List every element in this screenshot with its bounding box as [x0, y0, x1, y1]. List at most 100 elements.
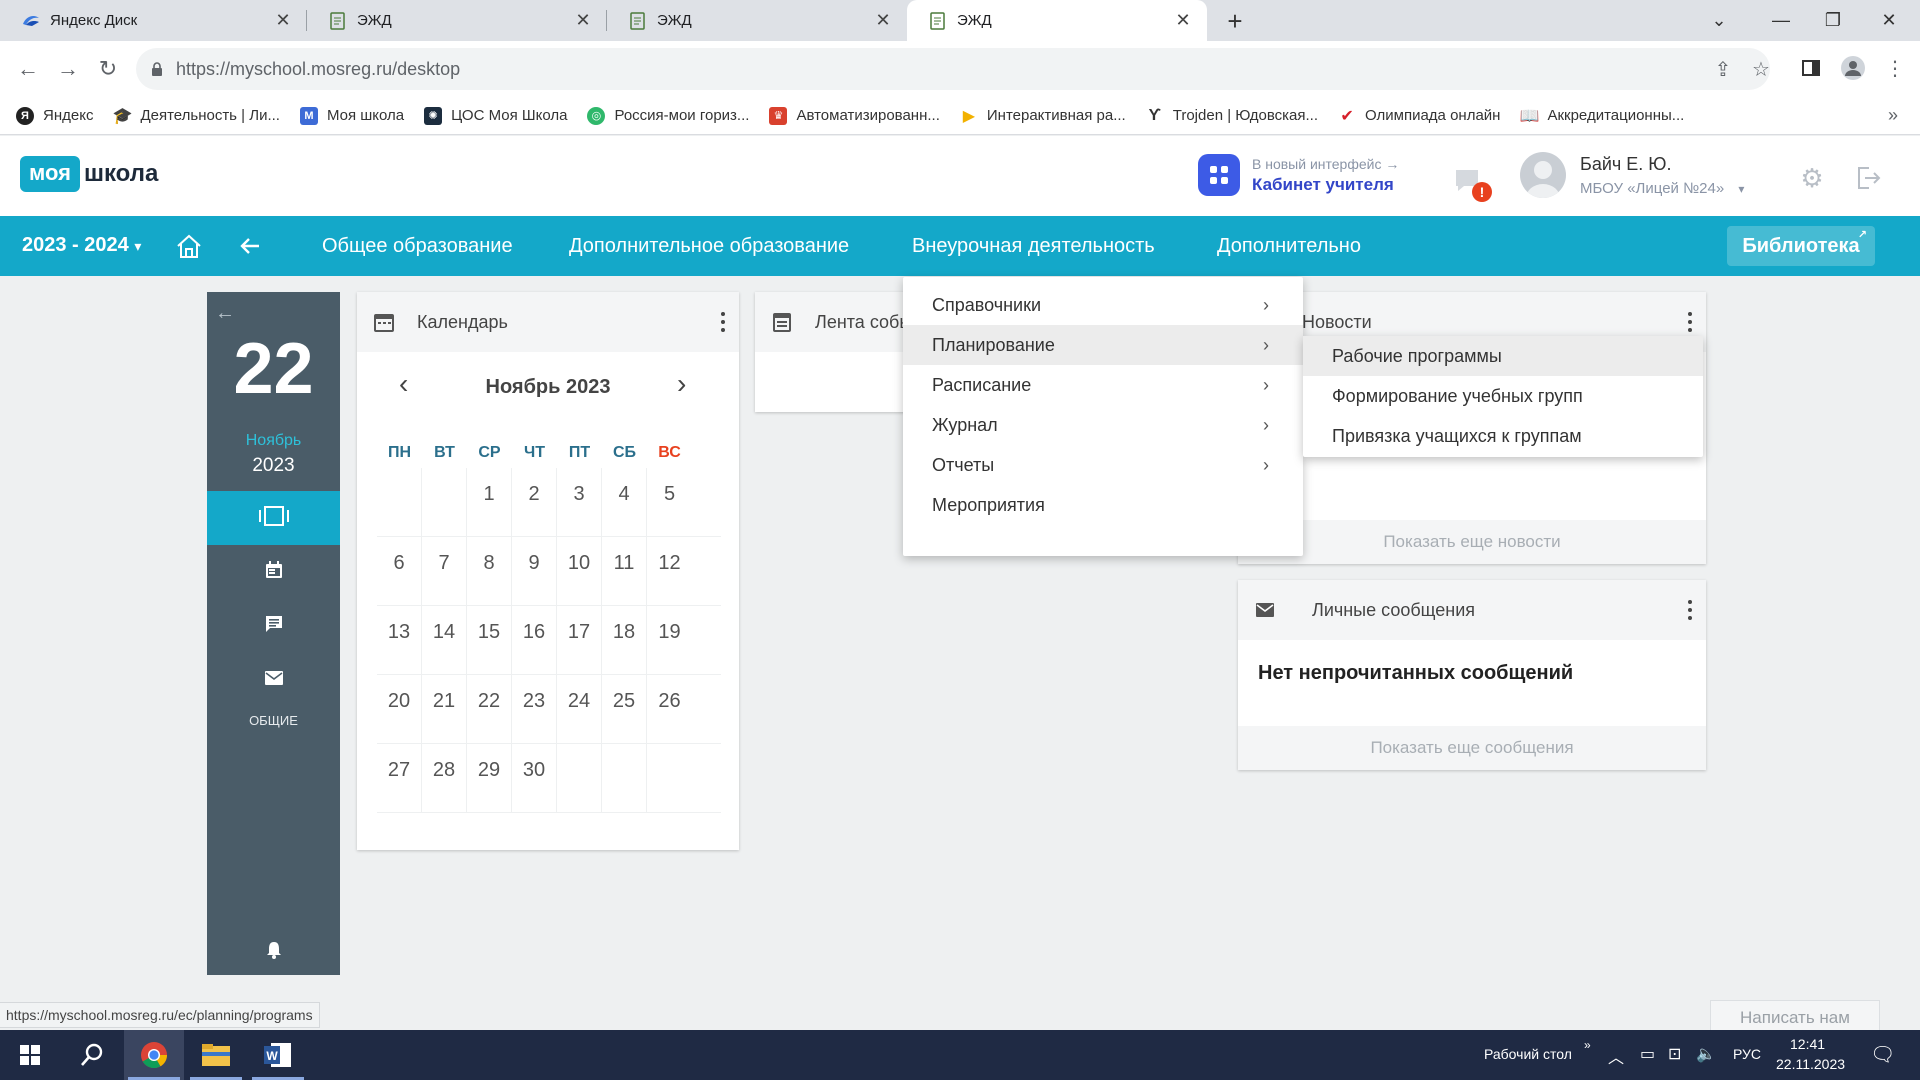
calendar-day[interactable]: 10 [557, 536, 602, 606]
calendar-day[interactable]: 30 [512, 743, 557, 813]
back-button[interactable]: ← [12, 53, 44, 85]
bookmark[interactable]: ✺ ЦОС Моя Школа [424, 106, 567, 125]
close-icon[interactable]: ✕ [873, 10, 893, 31]
browser-menu-icon[interactable]: ⋮ [1882, 55, 1908, 81]
new-interface-link[interactable]: В новый интерфейс → Кабинет учителя [1198, 154, 1399, 196]
clock-time[interactable]: 12:41 [1790, 1036, 1825, 1052]
battery-icon[interactable]: ▭ [1640, 1044, 1655, 1064]
calendar-day[interactable]: 15 [467, 605, 512, 675]
nav-additional-education[interactable]: Дополнительное образование [569, 235, 849, 258]
submenu-item-form-groups[interactable]: Формирование учебных групп [1303, 376, 1703, 416]
forward-button[interactable]: → [52, 53, 84, 85]
menu-item-reports[interactable]: Отчеты › [903, 445, 1303, 485]
calendar-tile[interactable] [207, 545, 340, 599]
calendar-day[interactable]: 12 [647, 537, 692, 606]
user-org-select[interactable]: МБОУ «Лицей №24» ▾ [1580, 180, 1744, 197]
calendar-day[interactable]: 11 [602, 536, 647, 606]
more-vert-icon[interactable] [1684, 310, 1696, 334]
calendar-day[interactable]: 13 [377, 605, 422, 675]
chat-tile[interactable] [207, 599, 340, 653]
calendar-day[interactable]: 5 [647, 468, 692, 537]
show-more-news-button[interactable]: Показать еще новости [1238, 520, 1706, 564]
calendar-day[interactable]: 29 [467, 743, 512, 813]
bookmark-star-icon[interactable]: ☆ [1748, 56, 1774, 82]
calendar-day[interactable]: 8 [467, 536, 512, 606]
bookmark[interactable]: ϒ Trojden | Юдовская... [1146, 107, 1318, 125]
calendar-day[interactable]: 18 [602, 605, 647, 675]
home-icon[interactable] [173, 230, 205, 262]
browser-tab[interactable]: ЭЖД ✕ [307, 0, 607, 41]
search-icon[interactable] [62, 1030, 122, 1080]
share-icon[interactable]: ⇪ [1710, 56, 1736, 82]
calendar-day[interactable]: 7 [422, 536, 467, 606]
calendar-day[interactable]: 23 [512, 674, 557, 744]
sidepanel-icon[interactable] [1798, 55, 1824, 81]
chrome-icon[interactable] [124, 1030, 184, 1080]
word-icon[interactable]: W [248, 1030, 308, 1080]
menu-item-events[interactable]: Мероприятия [903, 485, 1303, 525]
bookmark[interactable]: M Моя школа [299, 106, 404, 125]
file-explorer-icon[interactable] [186, 1030, 246, 1080]
calendar-day[interactable]: 22 [467, 674, 512, 744]
calendar-day[interactable]: 9 [512, 536, 557, 606]
mail-tile[interactable] [207, 653, 340, 707]
profile-icon[interactable] [1840, 55, 1866, 81]
calendar-day[interactable]: 17 [557, 605, 602, 675]
close-icon[interactable]: ✕ [573, 10, 593, 31]
windows-start-icon[interactable] [0, 1030, 60, 1080]
bookmarks-overflow-icon[interactable]: » [1888, 105, 1898, 126]
calendar-day[interactable]: 25 [602, 674, 647, 744]
menu-item-journal[interactable]: Журнал › [903, 405, 1303, 445]
library-button[interactable]: Библиотека ↗ [1727, 226, 1875, 266]
language-indicator[interactable]: РУС [1733, 1046, 1761, 1062]
address-bar[interactable]: https://myschool.mosreg.ru/desktop ⇪ ☆ [136, 48, 1770, 90]
calendar-day[interactable]: 14 [422, 605, 467, 675]
network-icon[interactable]: ⊡ [1668, 1044, 1681, 1064]
calendar-day[interactable]: 2 [512, 467, 557, 537]
menu-item-planning[interactable]: Планирование › [903, 325, 1303, 365]
submenu-item-work-programs[interactable]: Рабочие программы [1303, 336, 1703, 376]
calendar-day[interactable]: 27 [377, 743, 422, 813]
reload-button[interactable]: ↻ [92, 53, 124, 85]
year-select[interactable]: 2023 - 2024 ▾ [22, 234, 141, 257]
calendar-day[interactable]: 6 [377, 536, 422, 606]
gear-icon[interactable]: ⚙ [1796, 162, 1828, 194]
calendar-day[interactable]: 1 [467, 467, 512, 537]
calendar-day[interactable]: 26 [647, 675, 692, 744]
calendar-day[interactable]: 16 [512, 605, 557, 675]
desktop-label[interactable]: Рабочий стол [1484, 1046, 1572, 1062]
new-tab-button[interactable]: + [1220, 6, 1250, 36]
calendar-day[interactable]: 24 [557, 674, 602, 744]
nav-additionally[interactable]: Дополнительно [1217, 235, 1361, 258]
calendar-day[interactable]: 3 [557, 467, 602, 537]
close-icon[interactable]: ✕ [1173, 10, 1193, 31]
bookmark[interactable]: 🎓 Деятельность | Ли... [113, 107, 280, 125]
bookmark[interactable]: ◎ Россия-мои гориз... [587, 106, 749, 125]
dashboard-tile[interactable] [207, 491, 340, 545]
maximize-button[interactable]: ❐ [1810, 0, 1856, 41]
bell-icon[interactable] [207, 941, 340, 959]
menu-item-schedule[interactable]: Расписание › [903, 365, 1303, 405]
bookmark[interactable]: 📖 Аккредитационны... [1520, 107, 1685, 125]
window-close-button[interactable]: ✕ [1866, 0, 1912, 41]
more-vert-icon[interactable] [1684, 598, 1696, 622]
browser-tab[interactable]: Яндекс Диск ✕ [0, 0, 307, 41]
nav-general-education[interactable]: Общее образование [322, 235, 513, 258]
notification-alert-icon[interactable]: ! [1452, 164, 1492, 204]
calendar-day[interactable]: 20 [377, 674, 422, 744]
nav-extracurricular[interactable]: Внеурочная деятельность [912, 235, 1155, 258]
show-more-messages-button[interactable]: Показать еще сообщения [1238, 726, 1706, 770]
arrow-left-icon[interactable] [234, 230, 266, 262]
submenu-item-assign-students[interactable]: Привязка учащихся к группам [1303, 416, 1703, 456]
bookmark[interactable]: ♛ Автоматизированн... [769, 106, 940, 125]
clock-date[interactable]: 22.11.2023 [1776, 1056, 1845, 1072]
arrow-left-icon[interactable]: ← [215, 302, 235, 325]
bookmark[interactable]: ✔ Олимпиада онлайн [1338, 107, 1500, 125]
tray-expand-icon[interactable]: ︿ [1608, 1044, 1624, 1068]
calendar-day[interactable]: 28 [422, 743, 467, 813]
bookmark[interactable]: ▶ Интерактивная ра... [960, 107, 1126, 125]
tab-search-icon[interactable]: ⌄ [1696, 0, 1742, 41]
close-icon[interactable]: ✕ [273, 10, 293, 31]
avatar[interactable] [1520, 152, 1566, 198]
volume-icon[interactable]: 🔈 [1696, 1044, 1716, 1064]
